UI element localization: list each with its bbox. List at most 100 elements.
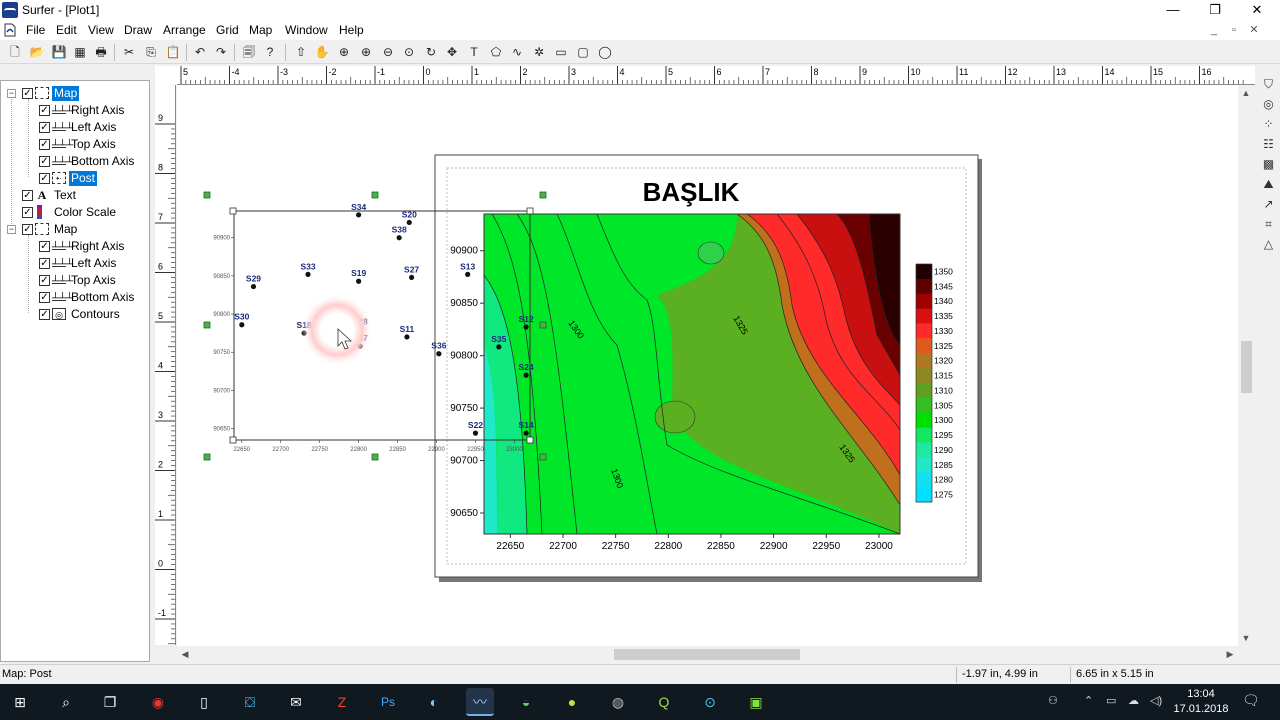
maximize-button[interactable]: ❐ (1194, 0, 1236, 20)
rectangle-tool-icon[interactable]: ▭ (552, 44, 570, 61)
tree-item-right-axis[interactable]: ✓ ┴┴┴ Right Axis (1, 102, 151, 119)
store-icon[interactable]: ⛋ (236, 688, 264, 716)
post-point[interactable]: S20 (402, 209, 417, 226)
windows-start-icon[interactable]: ⊞ (6, 688, 34, 716)
zoom-in-icon[interactable]: ⊕ (357, 44, 375, 61)
post-point[interactable]: S11 (400, 324, 415, 340)
open-folder-icon[interactable]: 📂 (28, 44, 46, 61)
worksheet-icon[interactable]: ▦ (71, 44, 89, 61)
contour-map[interactable]: 1300 1325 1300 1325 (484, 214, 900, 534)
tree-item-bottom-axis[interactable]: ✓ ┴┴┴ Bottom Axis (1, 153, 151, 170)
people-icon[interactable]: ⚇ (1048, 694, 1058, 707)
visibility-checkbox[interactable]: ✓ (39, 156, 50, 167)
vector-map-icon[interactable]: ↗ (1260, 196, 1277, 213)
scroll-left-icon[interactable]: ◀ (177, 646, 193, 662)
tree-item-map-2[interactable]: − ✓ Map (1, 221, 151, 238)
post-point[interactable]: S29 (246, 274, 261, 290)
horizontal-scroll-thumb[interactable] (614, 649, 800, 660)
photoshop-icon[interactable]: Ps (374, 688, 402, 716)
app-icon[interactable]: Q (650, 688, 678, 716)
visibility-checkbox[interactable]: ✓ (22, 88, 33, 99)
menu-help[interactable]: Help (339, 23, 364, 37)
document-menu-icon[interactable] (3, 23, 17, 37)
app-icon[interactable]: ⊙ (696, 688, 724, 716)
visibility-checkbox[interactable]: ✓ (39, 122, 50, 133)
cut-icon[interactable]: ✂ (120, 44, 138, 61)
tree-item-text[interactable]: ✓ A Text (1, 187, 151, 204)
tree-item-top-axis-2[interactable]: ✓ ┴┴┴ Top Axis (1, 272, 151, 289)
select-arrow-icon[interactable]: ⇧ (292, 44, 310, 61)
tree-item-left-axis[interactable]: ✓ ┴┴┴ Left Axis (1, 119, 151, 136)
post-point[interactable]: S27 (404, 264, 419, 281)
classed-post-icon[interactable]: ☷ (1260, 136, 1277, 153)
visibility-checkbox[interactable]: ✓ (22, 224, 33, 235)
app-icon[interactable]: ● (558, 688, 586, 716)
mdi-minimize-button[interactable]: _ (1206, 22, 1222, 38)
help-pointer-icon[interactable]: ? (261, 44, 279, 61)
network-icon[interactable]: ☁ (1128, 694, 1139, 707)
undo-icon[interactable]: ↶ (191, 44, 209, 61)
visibility-checkbox[interactable]: ✓ (39, 275, 50, 286)
post-point[interactable]: S38 (392, 225, 407, 241)
monitor-icon[interactable]: ▭ (1106, 694, 1116, 707)
collapse-icon[interactable]: − (7, 225, 16, 234)
tree-item-bottom-axis-2[interactable]: ✓ ┴┴┴ Bottom Axis (1, 289, 151, 306)
tree-item-top-axis[interactable]: ✓ ┴┴┴ Top Axis (1, 136, 151, 153)
zoom-rect-icon[interactable]: ⊕ (335, 44, 353, 61)
vertical-scrollbar[interactable]: ▲ ▼ (1238, 85, 1255, 646)
visibility-checkbox[interactable]: ✓ (39, 241, 50, 252)
paste-icon[interactable]: 📋 (164, 44, 182, 61)
shaded-relief-icon[interactable]: ⛰ (1260, 176, 1277, 193)
base-map-icon[interactable]: ⛉ (1260, 76, 1277, 93)
trackball-icon[interactable]: ✥ (443, 44, 461, 61)
scroll-down-icon[interactable]: ▼ (1238, 630, 1254, 646)
post-point[interactable]: S33 (300, 261, 316, 277)
minimize-button[interactable]: — (1152, 0, 1194, 20)
rounded-rectangle-tool-icon[interactable]: ▢ (574, 44, 592, 61)
app-icon[interactable]: ◒ (512, 688, 540, 716)
app-icon[interactable]: ◍ (604, 688, 632, 716)
post-point[interactable]: S19 (351, 268, 366, 284)
plot-canvas[interactable]: BAŞLIK 1300 1325 1300 1325 22650 22700 2… (177, 85, 1238, 646)
menu-map[interactable]: Map (249, 23, 272, 37)
menu-grid[interactable]: Grid (216, 23, 239, 37)
visibility-checkbox[interactable]: ✓ (39, 292, 50, 303)
app-icon[interactable]: ◐ (420, 688, 448, 716)
zoom-fit-icon[interactable]: ⊙ (400, 44, 418, 61)
ellipse-tool-icon[interactable]: ◯ (596, 44, 614, 61)
horizontal-scrollbar[interactable]: ◀ ▶ (177, 646, 1238, 662)
zoom-out-icon[interactable]: ⊖ (379, 44, 397, 61)
mail-icon[interactable]: ✉ (282, 688, 310, 716)
redo-icon[interactable]: ↷ (212, 44, 230, 61)
file-icon[interactable]: ▯ (190, 688, 218, 716)
save-icon[interactable]: 💾 (50, 44, 68, 61)
tree-item-right-axis-2[interactable]: ✓ ┴┴┴ Right Axis (1, 238, 151, 255)
menu-file[interactable]: File (26, 23, 45, 37)
visibility-checkbox[interactable]: ✓ (39, 139, 50, 150)
post-map-left-axis[interactable]: 90900 90850 90800 90750 90700 90650 (213, 236, 234, 433)
menu-edit[interactable]: Edit (56, 23, 77, 37)
mdi-restore-button[interactable]: ▫ (1226, 22, 1242, 38)
app-icon[interactable]: ▣ (742, 688, 770, 716)
filezilla-icon[interactable]: Z (328, 688, 356, 716)
polygon-tool-icon[interactable]: ⬠ (487, 44, 505, 61)
taskbar-clock[interactable]: 13:04 17.01.2018 (1168, 687, 1234, 717)
close-button[interactable]: ✕ (1236, 0, 1278, 20)
image-map-icon[interactable]: ▩ (1260, 156, 1277, 173)
post-point[interactable]: S30 (234, 312, 250, 328)
new-file-icon[interactable]: 🗋 (6, 44, 24, 61)
chrome-icon[interactable]: ◉ (144, 688, 172, 716)
notifications-icon[interactable]: 🗨 (1242, 692, 1260, 709)
mdi-close-button[interactable]: ✕ (1246, 22, 1262, 38)
visibility-checkbox[interactable]: ✓ (39, 258, 50, 269)
menu-window[interactable]: Window (285, 23, 328, 37)
text-tool-icon[interactable]: T (465, 44, 483, 61)
symbol-tool-icon[interactable]: ✲ (530, 44, 548, 61)
rotate-icon[interactable]: ↻ (422, 44, 440, 61)
vertical-scroll-thumb[interactable] (1241, 341, 1252, 393)
visibility-checkbox[interactable]: ✓ (39, 309, 50, 320)
visibility-checkbox[interactable]: ✓ (22, 207, 33, 218)
tray-chevron-icon[interactable]: ⌃ (1084, 694, 1093, 707)
collapse-icon[interactable]: − (7, 89, 16, 98)
tree-item-color-scale[interactable]: ✓ Color Scale (1, 204, 151, 221)
